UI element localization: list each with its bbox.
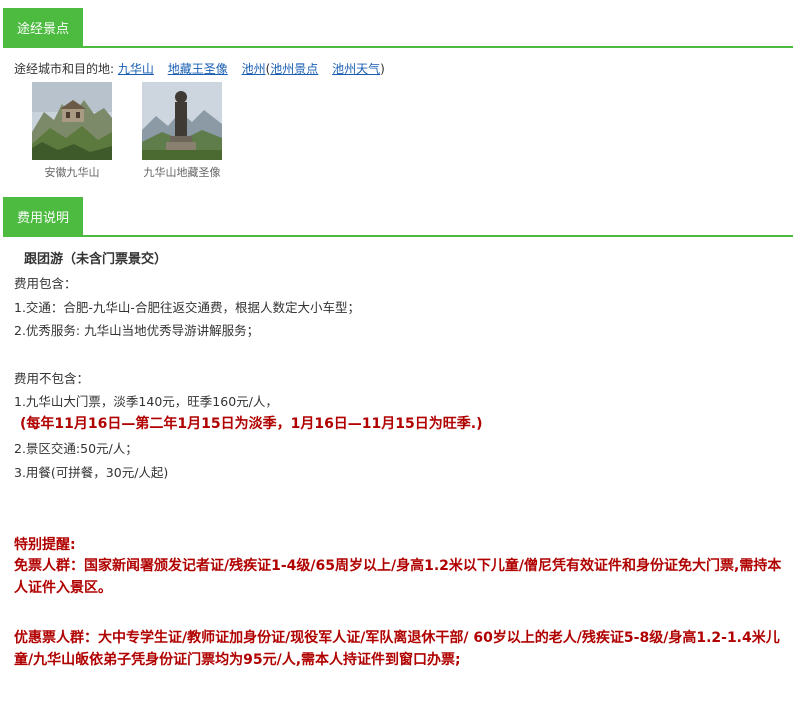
route-prefix-label: 途经城市和目的地:	[14, 62, 115, 76]
mountain-temple-photo-icon[interactable]	[32, 82, 112, 160]
thumbnail-dizang-statue[interactable]: 九华山地藏圣像	[142, 82, 222, 180]
excluded-item: 1.九华山大门票，淡季140元，旺季160元/人，	[14, 394, 278, 409]
statue-photo-icon[interactable]	[142, 82, 222, 160]
fees-tab[interactable]: 费用说明	[3, 197, 83, 235]
route-tab[interactable]: 途经景点	[3, 8, 83, 46]
included-item: 1.交通：合肥-九华山-合肥往返交通费，根据人数定大小车型；	[14, 300, 360, 315]
included-heading: 费用包含：	[14, 276, 77, 291]
link-dizangwang-statue[interactable]: 地藏王圣像	[168, 62, 228, 76]
season-note: (每年11月16日—第二年1月15日为淡季，1月16日—11月15日为旺季.)	[20, 416, 483, 432]
package-title: 跟团游（未含门票景交）	[24, 252, 168, 267]
discount-ticket-notice: 优惠票人群：大中专学生证/教师证加身份证/现役军人证/军队离退休干部/ 60岁以…	[14, 630, 780, 668]
thumbnail-caption: 九华山地藏圣像	[143, 166, 221, 179]
link-chizhou-weather[interactable]: 池州天气	[332, 62, 380, 76]
tab-underline	[3, 235, 793, 237]
link-chizhou-attractions[interactable]: 池州景点	[270, 62, 318, 76]
fees-section-tab-bar: 费用说明	[0, 197, 793, 237]
excluded-heading: 费用不包含：	[14, 371, 90, 386]
excluded-item: 3.用餐(可拼餐，30元/人起)	[14, 465, 169, 480]
excluded-item: 2.景区交通:50元/人；	[14, 441, 138, 456]
route-section-tab-bar: 途经景点	[0, 8, 793, 48]
included-item: 2.优秀服务: 九华山当地优秀导游讲解服务；	[14, 323, 260, 338]
paren-close: )	[380, 62, 385, 76]
thumbnail-caption: 安徽九华山	[44, 166, 100, 179]
link-jiuhuashan[interactable]: 九华山	[118, 62, 154, 76]
link-chizhou[interactable]: 池州	[242, 62, 266, 76]
reminder-heading: 特别提醒:	[14, 537, 76, 553]
tab-underline	[3, 46, 793, 48]
thumbnail-jiuhuashan[interactable]: 安徽九华山	[32, 82, 112, 180]
route-destinations: 途经城市和目的地: 九华山 地藏王圣像 池州(池州景点 池州天气)	[14, 60, 385, 77]
free-ticket-notice: 免票人群：国家新闻署颁发记者证/残疾证1-4级/65周岁以上/身高1.2米以下儿…	[14, 558, 782, 596]
